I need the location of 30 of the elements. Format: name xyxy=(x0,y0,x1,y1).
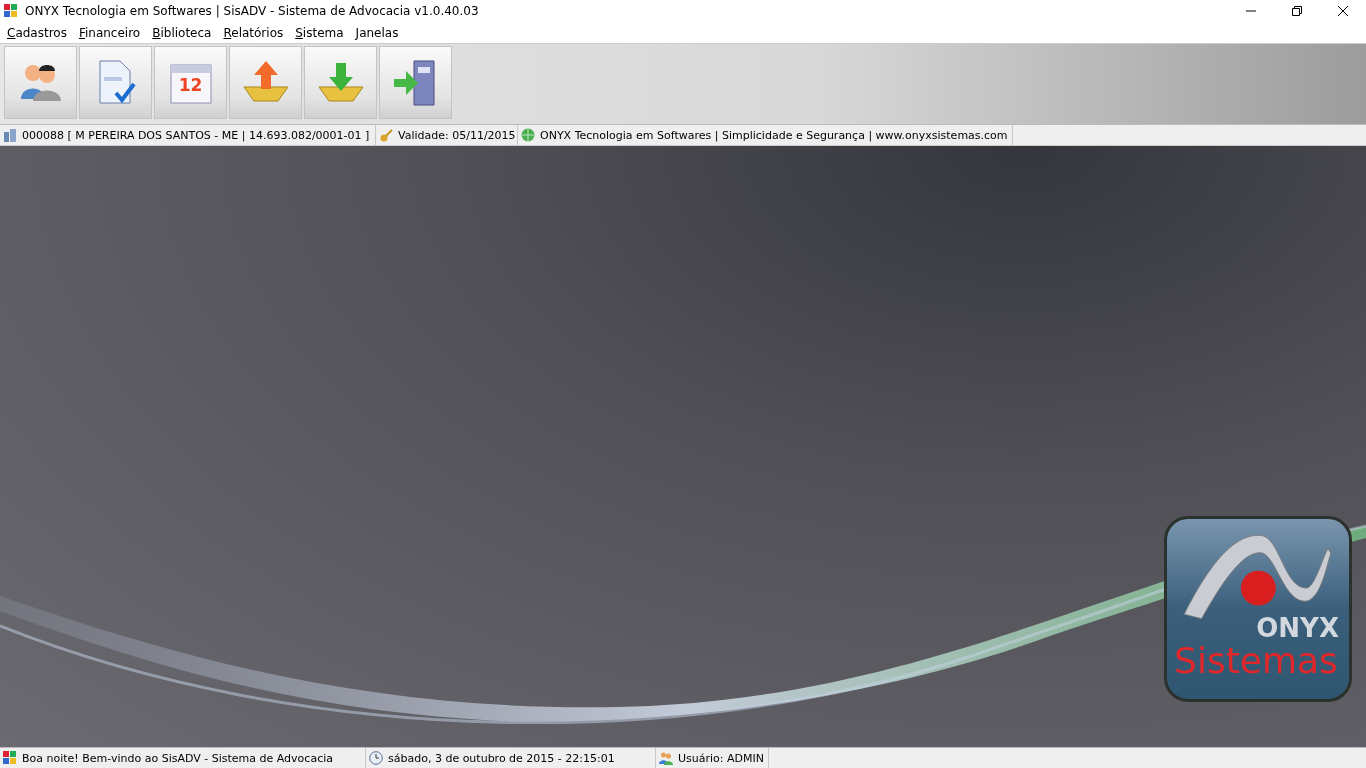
status-text: 000088 [ M PEREIRA DOS SANTOS - ME | 14.693.082/0001-01 ] xyxy=(22,128,370,142)
status-text: ONYX Tecnologia em Softwares | Simplicidade e Segurança | www.onyxsistemas.com xyxy=(540,128,1008,142)
app-icon xyxy=(4,4,18,18)
toolbar-button[interactable] xyxy=(79,46,152,119)
logo-text: ONYX xyxy=(1256,615,1339,641)
toolbar-button[interactable] xyxy=(4,46,77,119)
building-icon xyxy=(3,128,17,142)
menu-item[interactable]: Cadastros xyxy=(1,25,73,40)
toolbar-button[interactable] xyxy=(229,46,302,119)
toolbar-button[interactable] xyxy=(379,46,452,119)
menu-item[interactable]: Biblioteca xyxy=(146,25,218,40)
restore-icon xyxy=(1292,6,1302,16)
close-icon xyxy=(1338,6,1348,16)
keys-icon xyxy=(379,128,393,142)
menu-item[interactable]: Sistema xyxy=(289,25,350,40)
logo-text: Sistemas xyxy=(1174,641,1338,681)
toolbar-button[interactable]: 12 xyxy=(154,46,227,119)
window-title: ONYX Tecnologia em Softwares | SisADV - Sistema de Advocacia v1.0.40.03 xyxy=(25,4,480,18)
globe-icon xyxy=(521,128,535,142)
app-icon xyxy=(3,751,17,765)
status-text: Validade: 05/11/2015 xyxy=(398,128,516,142)
menu-item[interactable]: Relatórios xyxy=(217,25,290,40)
toolbar-button[interactable] xyxy=(304,46,377,119)
status-text: sábado, 3 de outubro de 2015 - 22:15:01 xyxy=(388,751,615,765)
users-icon xyxy=(659,751,673,765)
menu-item[interactable]: Janelas xyxy=(349,25,405,40)
menu-item[interactable]: Financeiro xyxy=(72,25,147,40)
clock-icon xyxy=(369,751,383,765)
status-text: Usuário: ADMIN xyxy=(678,751,764,765)
status-text: Boa noite! Bem-vindo ao SisADV - Sistema de Advocacia xyxy=(22,751,333,765)
